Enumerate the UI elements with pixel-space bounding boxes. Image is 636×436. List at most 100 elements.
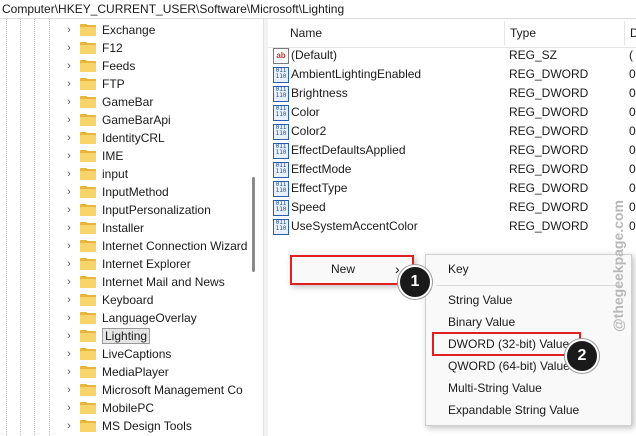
tree-item-mediaplayer[interactable]: › MediaPlayer <box>62 363 169 381</box>
menu-item-key[interactable]: Key <box>448 258 469 280</box>
tree-item-label: Lighting <box>102 328 151 344</box>
value-row[interactable]: 011 110 Brightness REG_DWORD 0 <box>268 84 636 103</box>
chevron-right-icon[interactable]: › <box>62 57 76 75</box>
value-data: 0 <box>629 143 636 157</box>
folder-icon <box>80 78 96 90</box>
folder-icon <box>80 132 96 144</box>
tree-item-input[interactable]: › input <box>62 165 128 183</box>
tree-item-internet-mail-and-news[interactable]: › Internet Mail and News <box>62 273 225 291</box>
tree-item-livecaptions[interactable]: › LiveCaptions <box>62 345 171 363</box>
tree-item-ftp[interactable]: › FTP <box>62 75 125 93</box>
folder-icon <box>80 222 96 234</box>
chevron-right-icon[interactable]: › <box>62 75 76 93</box>
value-data: ( <box>629 48 633 62</box>
list-header: Name Type D <box>268 19 636 48</box>
chevron-right-icon[interactable]: › <box>62 219 76 237</box>
menu-item-binary-value[interactable]: Binary Value <box>448 311 515 333</box>
chevron-right-icon[interactable]: › <box>62 417 76 435</box>
tree-item-inputpersonalization[interactable]: › InputPersonalization <box>62 201 211 219</box>
step-1-badge: 1 <box>398 265 432 299</box>
value-row[interactable]: ab (Default) REG_SZ ( <box>268 46 636 65</box>
binary-value-icon: 011 110 <box>273 124 289 140</box>
tree-item-identitycrl[interactable]: › IdentityCRL <box>62 129 165 147</box>
value-row[interactable]: 011 110 UseSystemAccentColor REG_DWORD 0 <box>268 217 636 236</box>
value-name: (Default) <box>291 48 338 62</box>
chevron-right-icon[interactable]: › <box>62 93 76 111</box>
chevron-right-icon[interactable]: › <box>62 327 76 345</box>
folder-icon <box>80 348 96 360</box>
chevron-right-icon[interactable]: › <box>62 291 76 309</box>
tree-item-label: InputMethod <box>102 185 169 199</box>
chevron-right-icon[interactable]: › <box>62 345 76 363</box>
folder-icon <box>80 384 96 396</box>
value-data: 0 <box>629 86 636 100</box>
value-row[interactable]: 011 110 Speed REG_DWORD 0 <box>268 198 636 217</box>
value-row[interactable]: 011 110 Color2 REG_DWORD 0 <box>268 122 636 141</box>
menu-item-expandable-string-value[interactable]: Expandable String Value <box>448 399 579 421</box>
chevron-right-icon[interactable]: › <box>62 39 76 57</box>
tree-item-f12[interactable]: › F12 <box>62 39 123 57</box>
value-type: REG_DWORD <box>509 105 589 119</box>
value-row[interactable]: 011 110 AmbientLightingEnabled REG_DWORD 0 <box>268 65 636 84</box>
tree-item-exchange[interactable]: › Exchange <box>62 21 155 39</box>
column-name[interactable]: Name <box>290 26 322 40</box>
value-name: EffectDefaultsApplied <box>291 143 406 157</box>
address-bar[interactable]: Computer\HKEY_CURRENT_USER\Software\Micr… <box>0 0 636 19</box>
tree-scrollbar[interactable] <box>252 19 255 419</box>
chevron-right-icon[interactable]: › <box>62 147 76 165</box>
folder-icon <box>80 276 96 288</box>
value-name: EffectMode <box>291 162 352 176</box>
tree-item-label: IME <box>102 149 124 163</box>
chevron-right-icon[interactable]: › <box>62 399 76 417</box>
tree-item-gamebarapi[interactable]: › GameBarApi <box>62 111 171 129</box>
tree-item-inputmethod[interactable]: › InputMethod <box>62 183 169 201</box>
chevron-right-icon[interactable]: › <box>62 237 76 255</box>
tree-item-label: MS Design Tools <box>102 419 192 433</box>
chevron-right-icon[interactable]: › <box>62 183 76 201</box>
tree-item-label: MediaPlayer <box>102 365 169 379</box>
tree-item-installer[interactable]: › Installer <box>62 219 144 237</box>
tree-item-label: GameBar <box>102 95 154 109</box>
tree-item-label: F12 <box>102 41 123 55</box>
chevron-right-icon[interactable]: › <box>62 273 76 291</box>
menu-item-qword-value[interactable]: QWORD (64-bit) Value <box>448 355 570 377</box>
folder-icon <box>80 312 96 324</box>
folder-icon <box>80 24 96 36</box>
tree-item-keyboard[interactable]: › Keyboard <box>62 291 153 309</box>
chevron-right-icon[interactable]: › <box>62 111 76 129</box>
tree-item-gamebar[interactable]: › GameBar <box>62 93 153 111</box>
tree-item-mobilepc[interactable]: › MobilePC <box>62 399 154 417</box>
chevron-right-icon[interactable]: › <box>62 255 76 273</box>
tree-item-internet-connection-wizard[interactable]: › Internet Connection Wizard <box>62 237 247 255</box>
tree-guide-line <box>49 19 50 436</box>
string-value-icon: ab <box>273 48 289 64</box>
menu-item-string-value[interactable]: String Value <box>448 289 512 311</box>
chevron-right-icon[interactable]: › <box>62 309 76 327</box>
menu-item-new[interactable] <box>290 255 414 285</box>
chevron-right-icon[interactable]: › <box>62 165 76 183</box>
value-row[interactable]: 011 110 EffectDefaultsApplied REG_DWORD 0 <box>268 141 636 160</box>
tree-item-ms-design-tools[interactable]: › MS Design Tools <box>62 417 192 435</box>
tree-item-label: input <box>102 167 129 181</box>
value-row[interactable]: 011 110 EffectType REG_DWORD 0 <box>268 179 636 198</box>
column-type[interactable]: Type <box>510 26 536 40</box>
tree-item-feeds[interactable]: › Feeds <box>62 57 135 75</box>
chevron-right-icon[interactable]: › <box>62 363 76 381</box>
column-data[interactable]: D <box>630 26 636 40</box>
tree-item-microsoft-management-co[interactable]: › Microsoft Management Co <box>62 381 243 399</box>
chevron-right-icon[interactable]: › <box>62 201 76 219</box>
watermark-text: @thegeekpage.com <box>610 200 626 332</box>
tree-item-internet-explorer[interactable]: › Internet Explorer <box>62 255 191 273</box>
chevron-right-icon[interactable]: › <box>62 381 76 399</box>
value-row[interactable]: 011 110 EffectMode REG_DWORD 0 <box>268 160 636 179</box>
chevron-right-icon[interactable]: › <box>62 129 76 147</box>
tree-item-languageoverlay[interactable]: › LanguageOverlay <box>62 309 197 327</box>
scrollbar-thumb[interactable] <box>252 177 255 272</box>
menu-item-multi-string-value[interactable]: Multi-String Value <box>448 377 542 399</box>
tree-item-ime[interactable]: › IME <box>62 147 123 165</box>
tree-item-lighting[interactable]: › Lighting <box>62 327 151 345</box>
value-row[interactable]: 011 110 Color REG_DWORD 0 <box>268 103 636 122</box>
chevron-right-icon[interactable]: › <box>62 21 76 39</box>
registry-tree[interactable]: › Exchange › F12 › Feeds › FTP › GameBar › GameBarA… <box>0 19 262 436</box>
folder-icon <box>80 168 96 180</box>
